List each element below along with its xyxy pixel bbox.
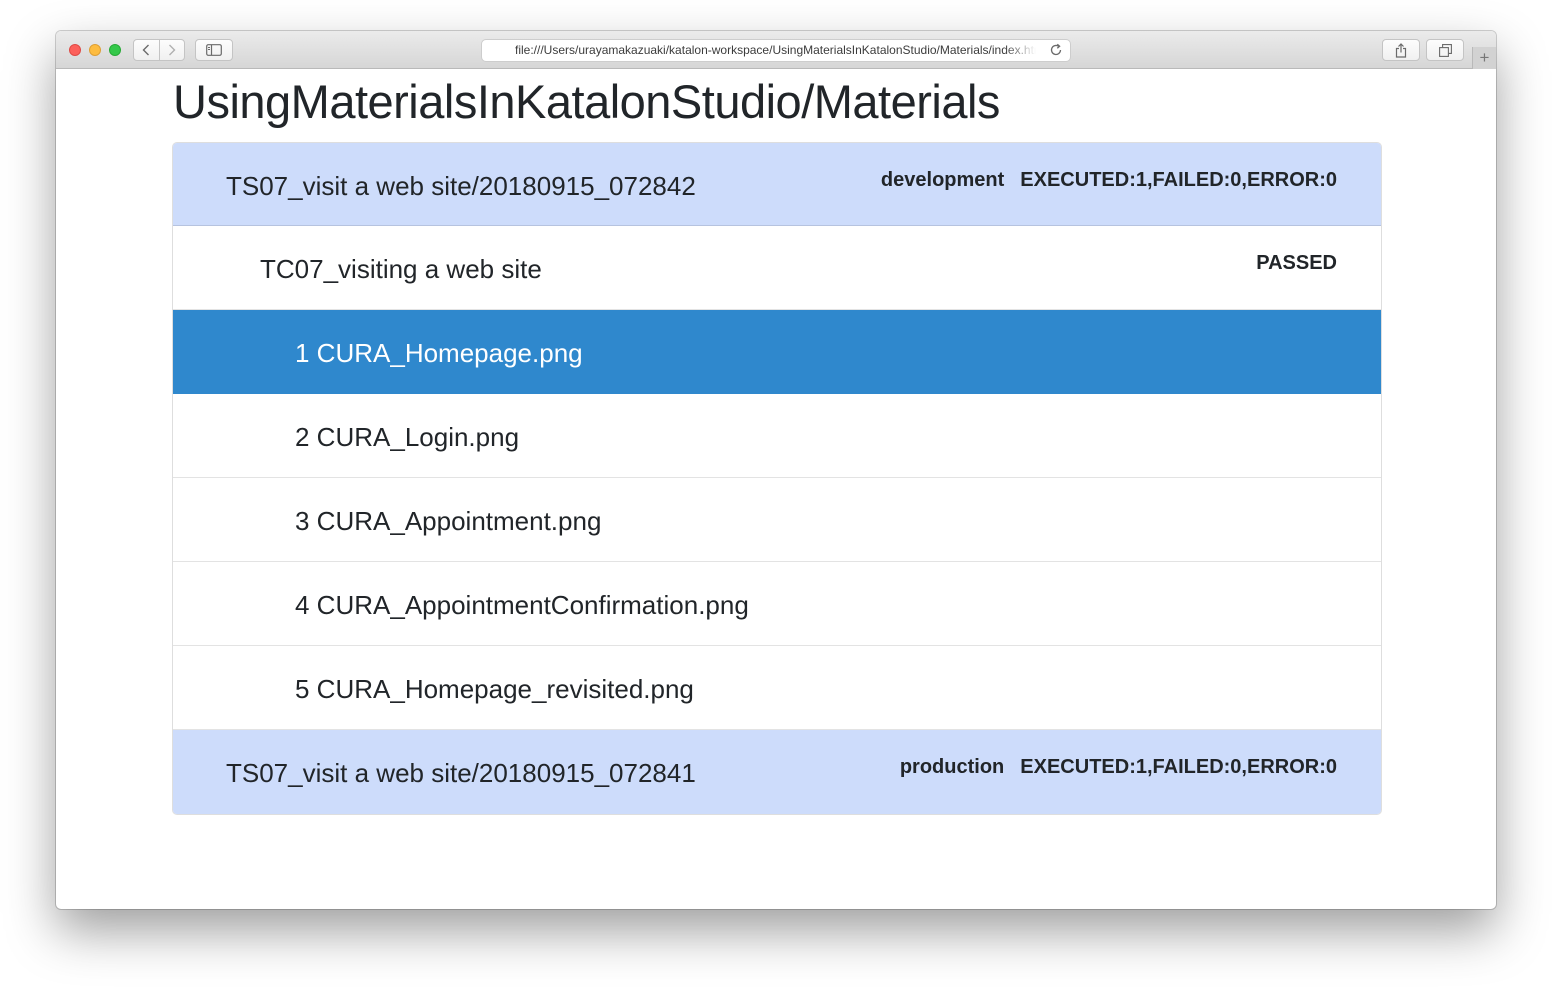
tabs-icon	[1438, 44, 1452, 57]
chevron-left-icon	[142, 44, 150, 56]
test-suite-name: TS07_visit a web site/20180915_072841	[226, 758, 696, 788]
browser-window: file:///Users/urayamakazuaki/katalon-wor…	[56, 31, 1496, 909]
browser-toolbar: file:///Users/urayamakazuaki/katalon-wor…	[56, 31, 1496, 69]
test-suite-row[interactable]: TS07_visit a web site/20180915_072842 de…	[173, 143, 1381, 226]
material-item[interactable]: 5 CURA_Homepage_revisited.png	[173, 646, 1381, 730]
material-label: 4 CURA_AppointmentConfirmation.png	[295, 590, 749, 620]
test-suite-row[interactable]: TS07_visit a web site/20180915_072841 pr…	[173, 730, 1381, 814]
test-suite-meta: development EXECUTED:1,FAILED:0,ERROR:0	[881, 169, 1337, 192]
back-button[interactable]	[134, 40, 159, 60]
test-case-name: TC07_visiting a web site	[260, 254, 542, 284]
share-button[interactable]	[1382, 39, 1420, 61]
new-tab-button[interactable]: +	[1472, 47, 1496, 69]
sidebar-icon	[206, 44, 222, 56]
page-title: UsingMaterialsInKatalonStudio/Materials	[173, 75, 1000, 128]
material-label: 1 CURA_Homepage.png	[295, 338, 583, 368]
material-item[interactable]: 4 CURA_AppointmentConfirmation.png	[173, 562, 1381, 646]
materials-tree: TS07_visit a web site/20180915_072842 de…	[172, 142, 1382, 815]
material-label: 3 CURA_Appointment.png	[295, 506, 602, 536]
test-case-row[interactable]: TC07_visiting a web site PASSED	[173, 226, 1381, 310]
environment-label: production	[899, 756, 1005, 778]
zoom-window-button[interactable]	[109, 44, 121, 56]
material-item[interactable]: 1 CURA_Homepage.png	[173, 310, 1381, 394]
execution-summary: EXECUTED:1,FAILED:0,ERROR:0	[1020, 169, 1337, 191]
test-suite-name: TS07_visit a web site/20180915_072842	[226, 171, 696, 201]
forward-button[interactable]	[158, 40, 185, 60]
environment-label: development	[880, 169, 1005, 191]
test-suite-meta: production EXECUTED:1,FAILED:0,ERROR:0	[900, 756, 1337, 779]
minimize-window-button[interactable]	[89, 44, 101, 56]
tab-overview-button[interactable]	[1426, 39, 1464, 61]
url-text: file:///Users/urayamakazuaki/katalon-wor…	[515, 43, 1036, 57]
material-label: 2 CURA_Login.png	[295, 422, 520, 452]
reload-icon[interactable]	[1049, 43, 1063, 57]
chevron-right-icon	[168, 44, 176, 56]
sidebar-toggle-button[interactable]	[195, 39, 233, 61]
navigation-buttons	[133, 39, 185, 61]
page-content: UsingMaterialsInKatalonStudio/Materials …	[56, 70, 1496, 909]
share-icon	[1395, 43, 1407, 58]
material-item[interactable]: 3 CURA_Appointment.png	[173, 478, 1381, 562]
address-bar[interactable]: file:///Users/urayamakazuaki/katalon-wor…	[481, 39, 1071, 62]
close-window-button[interactable]	[69, 44, 81, 56]
execution-summary: EXECUTED:1,FAILED:0,ERROR:0	[1020, 756, 1337, 778]
material-label: 5 CURA_Homepage_revisited.png	[295, 674, 694, 704]
test-case-status: PASSED	[1256, 252, 1337, 274]
material-item[interactable]: 2 CURA_Login.png	[173, 394, 1381, 478]
